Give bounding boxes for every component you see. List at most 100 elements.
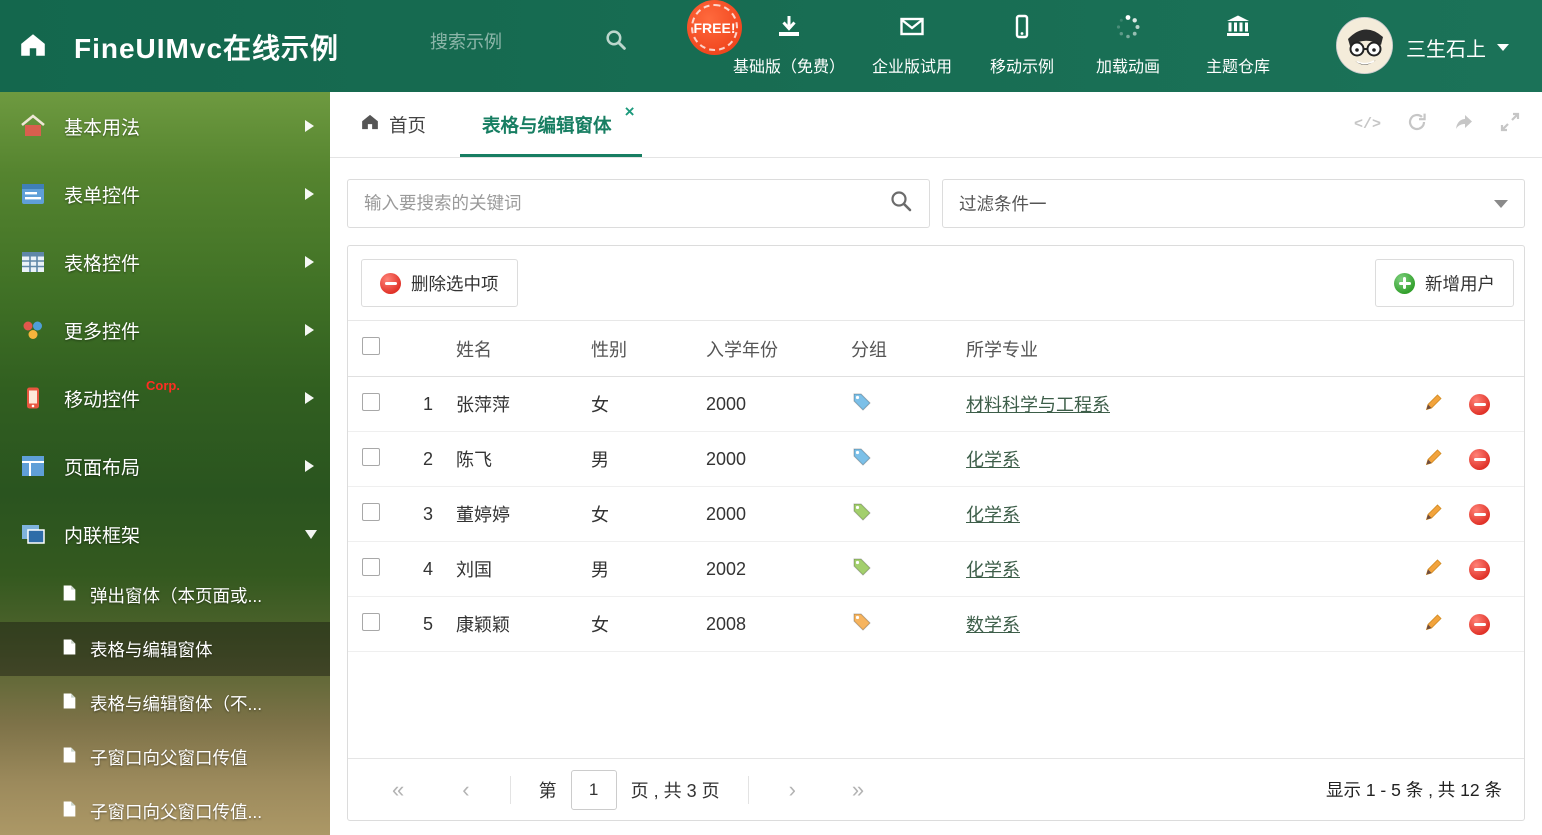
cell-name: 刘国 (456, 560, 492, 580)
add-user-button[interactable]: 新增用户 (1375, 259, 1514, 307)
tab-home[interactable]: 首页 (360, 112, 426, 138)
grid-panel: 删除选中项 新增用户 姓名 性别 入学年份 分组 所学专业 1 张萍萍 女 20… (347, 245, 1525, 821)
cell-year: 2008 (706, 613, 747, 634)
major-link[interactable]: 化学系 (966, 505, 1020, 525)
file-icon (62, 638, 77, 661)
free-badge-text: FREE! (693, 19, 736, 36)
cell-year: 2000 (706, 448, 747, 469)
edit-pencil-icon[interactable] (1423, 501, 1445, 528)
sidebar-item-iframe[interactable]: 内联框架 (0, 500, 330, 568)
tab-close-icon[interactable]: × (625, 103, 635, 120)
edit-pencil-icon[interactable] (1423, 391, 1445, 418)
sidebar-subitem-label: 表格与编辑窗体（不... (90, 693, 263, 714)
app-header: FineUIMvc在线示例 FREE! 基础版（免费） 企业版试用 (0, 0, 1542, 92)
row-index: 3 (422, 503, 433, 524)
row-checkbox[interactable] (362, 612, 380, 631)
home-icon[interactable] (18, 30, 48, 65)
tag-icon (847, 446, 962, 473)
last-page-icon[interactable]: » (852, 778, 864, 801)
sidebar-item-more-controls[interactable]: 更多控件 (0, 296, 330, 364)
nav-theme-store[interactable]: 主题仓库 (1181, 13, 1295, 77)
filter-dropdown-value: 过滤条件一 (959, 194, 1047, 214)
grid-toolbar: 删除选中项 新增用户 (348, 246, 1524, 320)
tab-toolbar: </> (1354, 92, 1520, 157)
table-row: 4 刘国 男 2002 化学系 (348, 542, 1524, 597)
major-link[interactable]: 化学系 (966, 450, 1020, 470)
cell-year: 2000 (706, 503, 747, 524)
major-link[interactable]: 数学系 (966, 615, 1020, 635)
sidebar-subitem-grid-edit-window[interactable]: 表格与编辑窗体 (0, 622, 330, 676)
cell-gender: 女 (591, 505, 609, 525)
header-search-input[interactable] (430, 31, 590, 53)
tab-grid-edit-window[interactable]: 表格与编辑窗体 × (460, 92, 642, 157)
source-code-icon[interactable]: </> (1354, 116, 1381, 133)
nav-label: 移动示例 (989, 59, 1054, 76)
frames-icon (20, 521, 48, 547)
avatar[interactable] (1336, 17, 1393, 74)
plus-circle-icon (1394, 272, 1415, 294)
delete-row-icon[interactable] (1469, 558, 1490, 580)
page-number-input[interactable] (570, 769, 617, 810)
nav-basic-edition[interactable]: 基础版（免费） (723, 13, 855, 77)
column-header-name: 姓名 (456, 339, 492, 360)
bank-icon (1224, 13, 1252, 46)
sidebar-subitem-grid-edit-window-2[interactable]: 表格与编辑窗体（不... (0, 676, 330, 730)
sidebar-item-grid-controls[interactable]: 表格控件 (0, 228, 330, 296)
mail-icon (898, 13, 926, 46)
cell-name: 董婷婷 (456, 505, 510, 525)
cell-gender: 女 (591, 615, 609, 635)
filter-dropdown[interactable]: 过滤条件一 (942, 179, 1525, 228)
keyword-search-box (347, 179, 930, 228)
row-checkbox[interactable] (362, 557, 380, 576)
delete-row-icon[interactable] (1469, 448, 1490, 470)
cell-gender: 女 (591, 395, 609, 415)
sidebar-subitem-child-to-parent-2[interactable]: 子窗口向父窗口传值... (0, 784, 330, 835)
delete-row-icon[interactable] (1469, 393, 1490, 415)
row-checkbox[interactable] (362, 392, 380, 411)
row-checkbox[interactable] (362, 502, 380, 521)
search-icon[interactable] (889, 189, 913, 218)
search-icon[interactable] (604, 28, 627, 56)
user-menu[interactable]: 三生石上 (1406, 33, 1509, 62)
delete-selected-button[interactable]: 删除选中项 (361, 259, 518, 307)
keyword-search-input[interactable] (364, 193, 889, 214)
cell-name: 张萍萍 (456, 395, 510, 415)
main-content: 首页 表格与编辑窗体 × </> 输入要搜索的关键词 过滤条件一 删除选中项 新… (330, 92, 1542, 835)
nav-label: 基础版（免费） (732, 59, 845, 76)
nav-label: 主题仓库 (1205, 59, 1270, 76)
tab-bar: 首页 表格与编辑窗体 × </> (330, 92, 1542, 158)
edit-pencil-icon[interactable] (1423, 446, 1445, 473)
refresh-icon[interactable] (1406, 111, 1428, 138)
edit-pencil-icon[interactable] (1423, 611, 1445, 638)
nav-enterprise-trial[interactable]: 企业版试用 (855, 13, 969, 77)
select-all-checkbox[interactable] (362, 337, 380, 355)
sidebar-subitem-child-to-parent[interactable]: 子窗口向父窗口传值 (0, 730, 330, 784)
chevron-right-icon (305, 120, 314, 132)
major-link[interactable]: 化学系 (966, 560, 1020, 580)
expand-icon[interactable] (1500, 112, 1520, 137)
sidebar-subitem-label: 子窗口向父窗口传值 (90, 747, 248, 768)
delete-button-label: 删除选中项 (411, 273, 499, 294)
sidebar-subitem-popup-window[interactable]: 弹出窗体（本页面或... (0, 568, 330, 622)
delete-row-icon[interactable] (1469, 613, 1490, 635)
chevron-right-icon (305, 256, 314, 268)
edit-pencil-icon[interactable] (1423, 556, 1445, 583)
delete-row-icon[interactable] (1469, 503, 1490, 525)
nav-mobile-demo[interactable]: 移动示例 (969, 13, 1075, 77)
sidebar-item-form-controls[interactable]: 表单控件 (0, 160, 330, 228)
minus-circle-icon (380, 272, 401, 294)
sidebar-item-basic-usage[interactable]: 基本用法 (0, 92, 330, 160)
form-icon (20, 181, 48, 207)
nav-loading-animation[interactable]: 加载动画 (1075, 13, 1181, 77)
major-link[interactable]: 材料科学与工程系 (966, 395, 1110, 415)
cell-gender: 男 (591, 560, 609, 580)
sidebar-item-page-layout[interactable]: 页面布局 (0, 432, 330, 500)
sidebar-item-mobile-controls[interactable]: 移动控件 Corp. (0, 364, 330, 432)
row-checkbox[interactable] (362, 447, 380, 466)
next-page-icon[interactable]: › (789, 778, 796, 801)
file-icon (62, 746, 77, 769)
table-row: 3 董婷婷 女 2000 化学系 (348, 487, 1524, 542)
first-page-icon[interactable]: « (392, 778, 404, 801)
share-forward-icon[interactable] (1453, 111, 1475, 138)
prev-page-icon[interactable]: ‹ (462, 778, 469, 801)
